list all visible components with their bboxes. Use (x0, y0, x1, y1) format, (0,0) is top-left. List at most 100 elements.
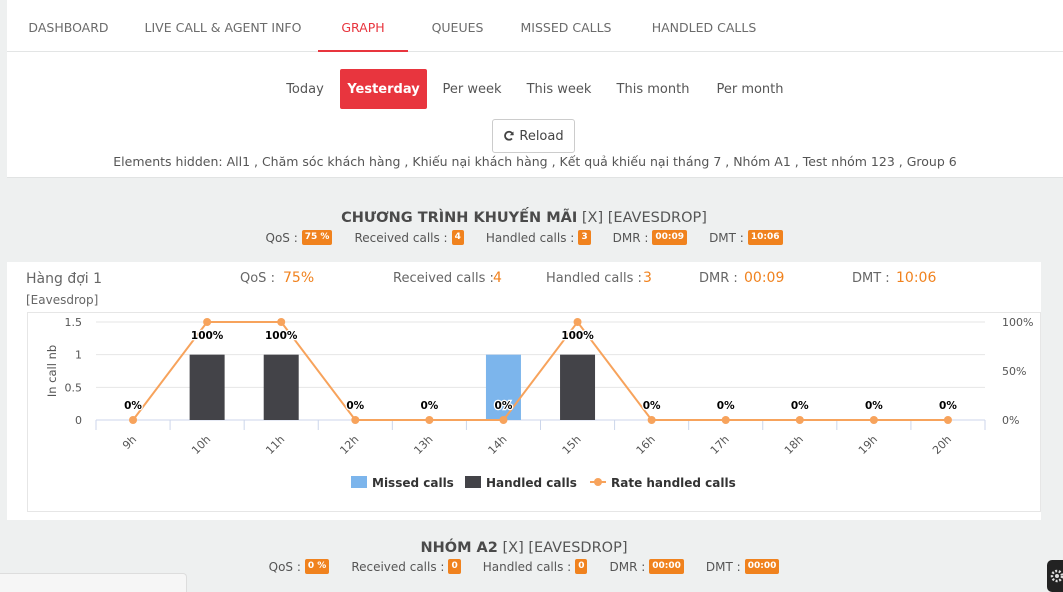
qos-label: QoS : (265, 230, 298, 245)
detail-received-label: Received calls : (393, 271, 494, 286)
queue1-suffix[interactable]: [X] [EAVESDROP] (582, 210, 707, 226)
handled-label: Handled calls : (482, 559, 572, 574)
detail-handled-value: 3 (643, 270, 652, 286)
y-tick-label: 1 (75, 349, 82, 362)
data-label: 100% (561, 330, 594, 342)
x-tick-label: 19h (856, 433, 880, 457)
rate-point (795, 416, 804, 424)
period-per-month[interactable]: Per month (707, 69, 793, 109)
x-tick-label: 12h (337, 433, 361, 457)
detail-dmt-value: 10:06 (896, 270, 937, 286)
detail-dmr-value: 00:09 (744, 270, 785, 286)
queue-detail-name: Hàng đợi 1 (26, 271, 103, 287)
calls-chart: 0 0.5 1 1.5 0% 50% 100% In call nb 0% 100% 100% 0% 0… (45, 316, 1033, 490)
handled-badge: 0 (575, 559, 588, 574)
x-tick-label: 17h (708, 433, 732, 457)
detail-qos-label: QoS : (240, 271, 275, 286)
rate-point (499, 416, 508, 424)
queue2-stats: QoS :0 % Received calls :0 Handled calls… (7, 559, 1041, 574)
data-label: 0% (495, 400, 513, 412)
rate-point (203, 318, 212, 326)
qos-label: QoS : (268, 559, 301, 574)
x-tick-label: 20h (930, 433, 954, 457)
received-label: Received calls : (354, 230, 448, 245)
queue1-name: CHƯƠNG TRÌNH KHUYẾN MÃI (341, 210, 578, 226)
dmr-badge: 00:09 (652, 230, 688, 245)
tab-graph[interactable]: GRAPH (318, 0, 408, 52)
rate-point (647, 416, 656, 424)
x-tick-label: 18h (782, 433, 806, 457)
reload-button[interactable]: Reload (492, 119, 575, 153)
refresh-icon (504, 130, 515, 141)
tab-queues[interactable]: QUEUES (408, 0, 507, 52)
rate-point (277, 318, 286, 326)
received-badge: 4 (451, 230, 464, 245)
received-label: Received calls : (351, 559, 445, 574)
dmt-label: DMT : (705, 559, 741, 574)
x-tick-label: 10h (189, 433, 213, 457)
handled-badge: 3 (578, 230, 591, 245)
queue2-title: NHÓM A2 [X] [EAVESDROP] (7, 537, 1041, 556)
x-tick-label: 13h (411, 433, 435, 457)
data-label: 0% (939, 400, 957, 412)
data-label: 0% (124, 400, 142, 412)
legend-missed-swatch (351, 476, 367, 488)
data-label: 0% (643, 400, 661, 412)
bar-handled-calls (189, 354, 225, 420)
detail-dmr-label: DMR : (699, 271, 738, 286)
x-tick-label: 9h (120, 433, 139, 452)
y2-tick-label: 0% (1002, 414, 1019, 427)
dmr-badge: 00:00 (649, 559, 684, 574)
rate-point (869, 416, 878, 424)
y2-tick-label: 50% (1002, 365, 1026, 378)
legend-rate-marker (594, 478, 602, 486)
detail-qos-value: 75% (283, 270, 315, 286)
legend-handled-label: Handled calls (486, 476, 577, 490)
detail-received-value: 4 (493, 270, 502, 286)
legend-missed-label: Missed calls (372, 476, 454, 490)
handled-label: Handled calls : (485, 230, 575, 245)
period-per-week[interactable]: Per week (433, 69, 511, 109)
dmt-badge: 10:06 (747, 230, 783, 245)
period-this-month[interactable]: This month (608, 69, 698, 109)
period-yesterday[interactable]: Yesterday (340, 69, 427, 109)
y-tick-label: 0 (75, 414, 82, 427)
queue1-detail-panel: Hàng đợi 1 [Eavesdrop] QoS : 75% Receive… (7, 262, 1041, 520)
tab-live-call-agent-info[interactable]: LIVE CALL & AGENT INFO (128, 0, 318, 52)
rate-point (943, 416, 952, 424)
tab-missed-calls[interactable]: MISSED CALLS (507, 0, 625, 52)
x-tick-label: 15h (560, 433, 584, 457)
queue-detail-sub: [Eavesdrop] (26, 293, 99, 307)
legend-handled-swatch (465, 476, 481, 488)
hidden-elements-text: Elements hidden: All1 , Chăm sóc khách h… (113, 154, 957, 169)
rate-point (351, 416, 360, 424)
dmr-label: DMR : (609, 559, 646, 574)
settings-button[interactable] (1047, 560, 1063, 592)
detail-handled-label: Handled calls : (546, 271, 642, 286)
data-label: 100% (191, 330, 224, 342)
rate-line (132, 320, 948, 421)
bar-handled-calls (560, 354, 596, 420)
bar-handled-calls (263, 354, 299, 420)
rate-point (721, 416, 730, 424)
queue1-title: CHƯƠNG TRÌNH KHUYẾN MÃI [X] [EAVESDROP] (7, 207, 1041, 226)
bottom-panel-tab[interactable] (0, 573, 187, 592)
queue2-name: NHÓM A2 (420, 540, 498, 556)
tab-handled-calls[interactable]: HANDLED CALLS (625, 0, 783, 52)
y-axis-title: In call nb (45, 345, 59, 397)
rate-point (129, 416, 138, 424)
data-label: 0% (791, 400, 809, 412)
data-label: 0% (717, 400, 735, 412)
chart-container: 0 0.5 1 1.5 0% 50% 100% In call nb 0% 100% 100% 0% 0… (27, 312, 1041, 512)
period-today[interactable]: Today (276, 69, 334, 109)
page-scrollbar-track[interactable] (1041, 178, 1063, 592)
queue1-stats: QoS :75 % Received calls :4 Handled call… (7, 230, 1041, 245)
tab-dashboard[interactable]: DASHBOARD (9, 0, 128, 52)
rate-point (425, 416, 434, 424)
period-this-week[interactable]: This week (520, 69, 598, 109)
data-label: 0% (865, 400, 883, 412)
queue2-suffix[interactable]: [X] [EAVESDROP] (502, 540, 627, 556)
dmt-label: DMT : (709, 230, 744, 245)
rate-point (573, 318, 582, 326)
data-label: 0% (420, 400, 438, 412)
